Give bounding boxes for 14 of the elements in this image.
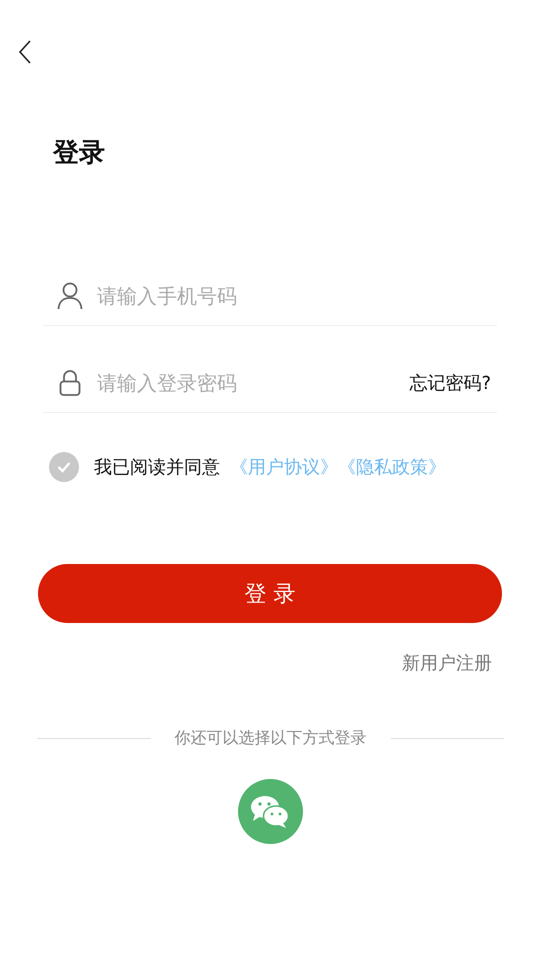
person-icon — [57, 282, 83, 310]
phone-field[interactable]: 请输入手机号码 — [95, 283, 497, 309]
chat-bubbles-icon — [250, 794, 290, 828]
register-link[interactable]: 新用户注册 — [402, 651, 492, 675]
agree-checkbox[interactable] — [49, 452, 79, 482]
forgot-password-link[interactable]: 忘记密码? — [409, 371, 491, 395]
password-field[interactable]: 请输入登录密码 — [95, 370, 410, 396]
lock-icon — [57, 369, 83, 397]
alt-login-label: 你还可以选择以下方式登录 — [174, 728, 366, 749]
login-button[interactable]: 登 录 — [38, 564, 502, 623]
agreement-text: 我已阅读并同意 — [94, 456, 220, 479]
back-button[interactable] — [18, 40, 32, 64]
page-title: 登录 — [53, 137, 105, 170]
check-icon — [57, 461, 71, 473]
